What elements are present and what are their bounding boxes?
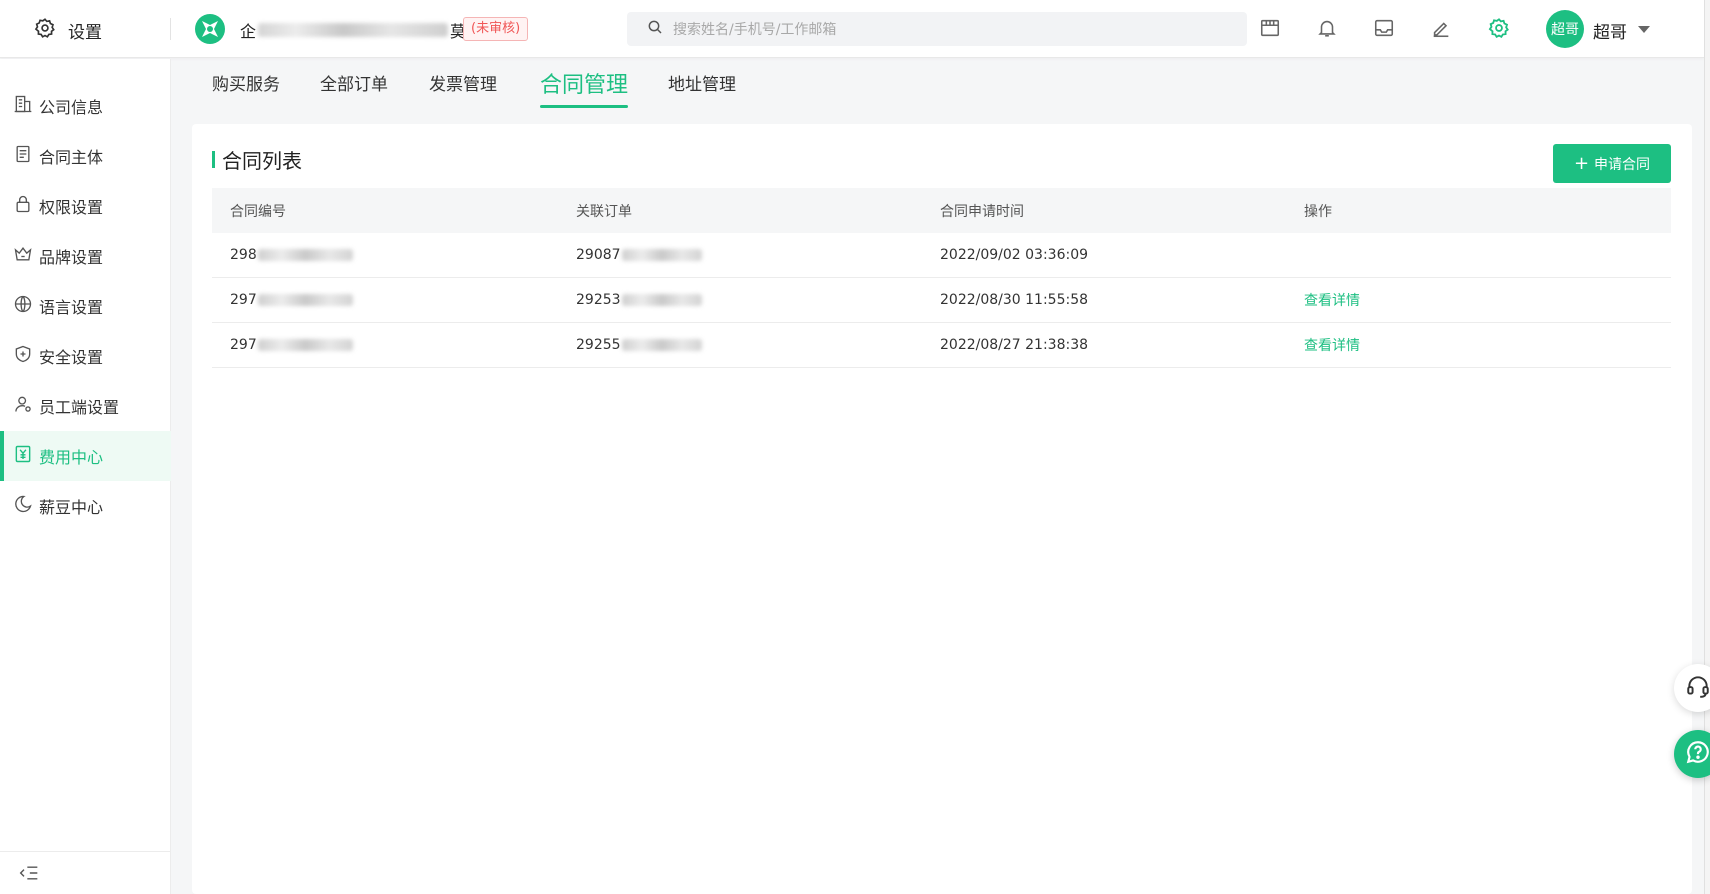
sidebar-item-brand[interactable]: 品牌设置	[0, 231, 171, 281]
header-divider	[170, 18, 171, 40]
sidebar-item-employee-settings[interactable]: 员工端设置	[0, 381, 171, 431]
company-name-prefix: 企	[240, 22, 257, 41]
apply-time: 2022/08/30 11:55:58	[940, 292, 1089, 308]
tab-purchase-service[interactable]: 购买服务	[212, 70, 280, 95]
redacted-value	[621, 294, 702, 306]
apply-contract-label: 申请合同	[1594, 156, 1651, 173]
user-icon	[13, 394, 33, 418]
lock-icon	[13, 194, 33, 218]
chevron-down-icon[interactable]	[1638, 26, 1650, 33]
document-icon	[13, 144, 33, 168]
sidebar-item-label: 合同主体	[39, 148, 104, 167]
top-header: 设置 企 莫 (未审核) 搜索姓名/手机号/工作邮箱 超哥 超哥	[0, 0, 1704, 58]
contract-id: 297	[230, 292, 257, 308]
action-cell: 查看详情	[1286, 290, 1671, 310]
tab-all-orders[interactable]: 全部订单	[320, 70, 388, 95]
sidebar-item-billing-center[interactable]: 费用中心	[0, 431, 171, 481]
contract-list-card: 合同列表 + 申请合同 合同编号 关联订单 合同申请时间 操作 298 2908…	[192, 124, 1692, 894]
sidebar-item-contract-entity[interactable]: 合同主体	[0, 131, 171, 181]
user-name[interactable]: 超哥	[1593, 18, 1627, 43]
sidebar-item-company-info[interactable]: 公司信息	[0, 81, 171, 131]
bell-icon[interactable]	[1316, 17, 1340, 41]
tab-contract-management[interactable]: 合同管理	[540, 67, 629, 108]
globe-icon	[13, 294, 33, 318]
sidebar-item-bean-center[interactable]: 薪豆中心	[0, 481, 171, 531]
search-icon	[647, 19, 663, 39]
question-chat-icon	[1685, 739, 1710, 769]
related-order: 29087	[576, 247, 621, 263]
inbox-icon[interactable]	[1373, 17, 1397, 41]
edit-icon[interactable]	[1430, 17, 1454, 41]
redacted-value	[257, 294, 353, 306]
contract-id-cell: 297	[212, 292, 558, 308]
view-details-link[interactable]: 查看详情	[1304, 338, 1360, 354]
status-badge: (未审核)	[463, 17, 529, 41]
column-header-apply-time: 合同申请时间	[940, 203, 1024, 220]
sidebar-item-security[interactable]: 安全设置	[0, 331, 171, 381]
headset-icon	[1685, 673, 1710, 703]
building-icon	[13, 94, 33, 118]
action-cell: 查看详情	[1286, 335, 1671, 355]
plus-icon: +	[1573, 152, 1590, 174]
table-row: 297 29253 2022/08/30 11:55:58 查看详情	[212, 278, 1671, 323]
collapse-menu-icon	[19, 866, 39, 886]
sidebar-item-label: 薪豆中心	[39, 498, 104, 517]
redacted-value	[257, 339, 353, 351]
apply-time: 2022/08/27 21:38:38	[940, 337, 1089, 353]
bean-icon	[13, 494, 33, 518]
avatar[interactable]: 超哥	[1546, 10, 1584, 48]
related-order-cell: 29253	[558, 292, 922, 308]
company-name: 企 莫	[240, 18, 466, 42]
gear-icon	[34, 17, 56, 43]
sidebar-item-label: 费用中心	[39, 448, 104, 467]
related-order-cell: 29255	[558, 337, 922, 353]
sidebar-item-permissions[interactable]: 权限设置	[0, 181, 171, 231]
contract-id: 297	[230, 337, 257, 353]
view-details-link[interactable]: 查看详情	[1304, 293, 1360, 309]
sidebar-item-label: 员工端设置	[39, 398, 120, 417]
company-logo-icon	[194, 13, 226, 45]
contract-table: 合同编号 关联订单 合同申请时间 操作 298 29087 2022/09/02…	[212, 188, 1671, 368]
table-header: 合同编号 关联订单 合同申请时间 操作	[212, 188, 1671, 233]
settings-gear-icon[interactable]	[1488, 17, 1512, 41]
sidebar-item-label: 安全设置	[39, 348, 104, 367]
sidebar-item-label: 品牌设置	[39, 248, 104, 267]
redacted-value	[621, 339, 702, 351]
sidebar-item-language[interactable]: 语言设置	[0, 281, 171, 331]
search-box[interactable]: 搜索姓名/手机号/工作邮箱	[627, 12, 1247, 46]
redacted-value	[621, 249, 702, 261]
store-icon[interactable]	[1259, 17, 1283, 41]
apply-time: 2022/09/02 03:36:09	[940, 247, 1089, 263]
related-order-cell: 29087	[558, 247, 922, 263]
table-row: 298 29087 2022/09/02 03:36:09	[212, 233, 1671, 278]
crown-icon	[13, 244, 33, 268]
tab-address-management[interactable]: 地址管理	[668, 70, 736, 95]
sidebar-item-label: 权限设置	[39, 198, 104, 217]
company-name-redacted	[258, 23, 449, 37]
yuan-icon	[13, 444, 33, 468]
column-header-contract-id: 合同编号	[230, 203, 286, 220]
contract-id: 298	[230, 247, 257, 263]
related-order: 29253	[576, 292, 621, 308]
settings-label: 设置	[68, 22, 102, 43]
settings-title[interactable]: 设置	[34, 17, 102, 43]
column-header-related-order: 关联订单	[576, 203, 632, 220]
table-row: 297 29255 2022/08/27 21:38:38 查看详情	[212, 323, 1671, 368]
tab-invoice-management[interactable]: 发票管理	[429, 70, 497, 95]
redacted-value	[257, 249, 353, 261]
section-title: 合同列表	[212, 145, 302, 174]
apply-contract-button[interactable]: + 申请合同	[1553, 144, 1671, 183]
search-input[interactable]: 搜索姓名/手机号/工作邮箱	[673, 19, 836, 39]
sidebar: 公司信息 合同主体 权限设置 品牌设置 语言设置 安全设置 员工端设置 费用中心…	[0, 59, 171, 894]
sidebar-collapse-button[interactable]	[0, 851, 171, 894]
contract-id-cell: 297	[212, 337, 558, 353]
shield-icon	[13, 344, 33, 368]
contract-id-cell: 298	[212, 247, 558, 263]
related-order: 29255	[576, 337, 621, 353]
sidebar-item-label: 语言设置	[39, 298, 104, 317]
column-header-action: 操作	[1304, 203, 1332, 220]
sidebar-item-label: 公司信息	[39, 98, 104, 117]
